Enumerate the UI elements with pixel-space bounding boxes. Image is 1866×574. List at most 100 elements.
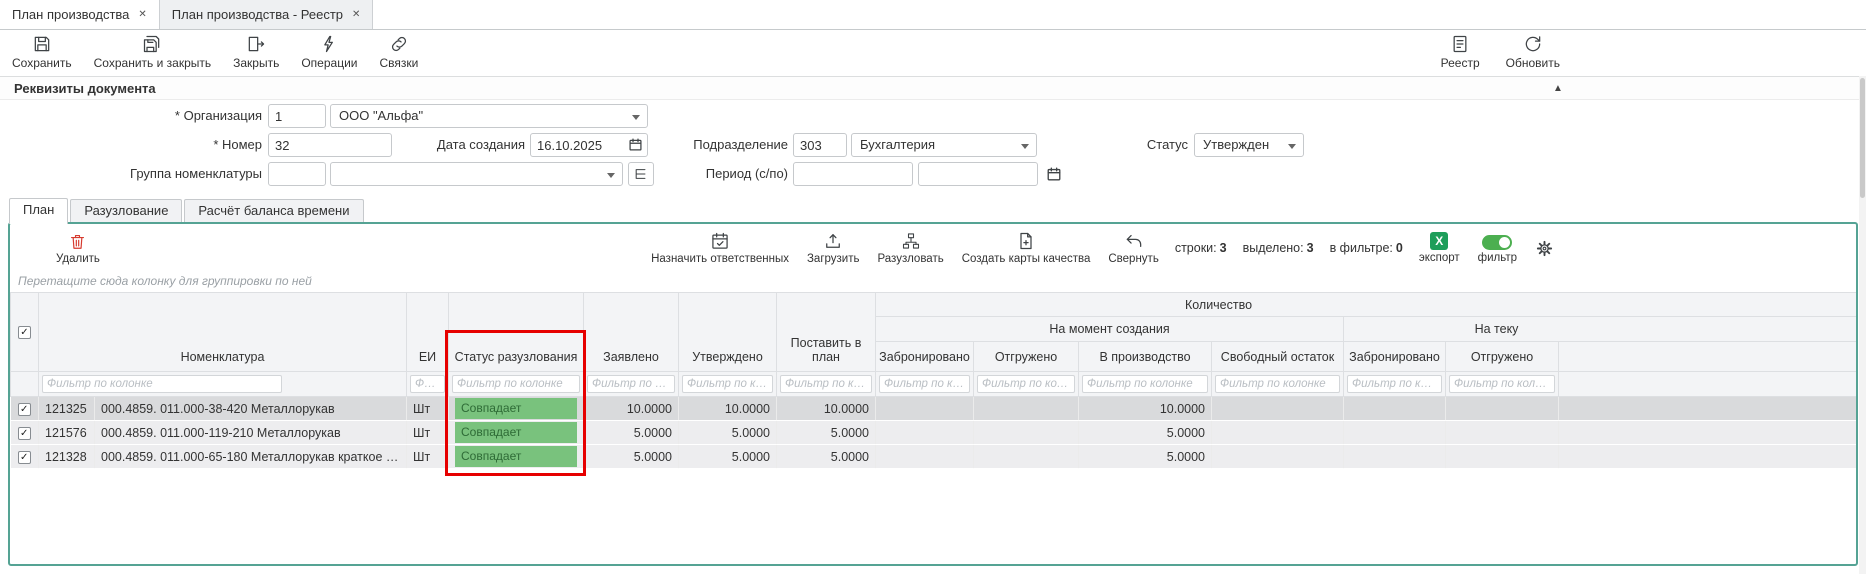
department-code-field[interactable] bbox=[793, 133, 847, 157]
organization-code-field[interactable] bbox=[268, 104, 326, 128]
close-icon[interactable]: ✕ bbox=[138, 9, 146, 20]
delete-button[interactable]: Удалить bbox=[56, 232, 100, 265]
links-button[interactable]: Связки bbox=[379, 34, 418, 76]
cell-free-balance bbox=[1212, 445, 1344, 469]
create-quality-cards-label: Создать карты качества bbox=[962, 253, 1091, 265]
selected-counter: выделено:3 bbox=[1243, 241, 1314, 255]
cell-approved: 5.0000 bbox=[679, 445, 777, 469]
period-from-field[interactable] bbox=[793, 162, 913, 186]
tab-plan[interactable]: План bbox=[9, 198, 68, 224]
calendar-icon[interactable] bbox=[1046, 166, 1062, 182]
filter-input-reserved-1[interactable] bbox=[879, 375, 970, 393]
save-label: Сохранить bbox=[12, 56, 72, 70]
group-by-drop-zone[interactable]: Перетащите сюда колонку для группировки … bbox=[10, 270, 1856, 292]
registry-button[interactable]: Реестр bbox=[1441, 34, 1480, 70]
column-header-nomenclature[interactable]: Номенклатура bbox=[39, 293, 407, 372]
cell-unit: Шт bbox=[407, 397, 449, 421]
row-checkbox[interactable]: ✓ bbox=[18, 403, 31, 416]
filter-input-nomenclature[interactable] bbox=[42, 375, 282, 393]
cell-declared: 5.0000 bbox=[584, 445, 679, 469]
toolbar-right-group: Реестр Обновить bbox=[1415, 34, 1560, 70]
nomenclature-group-label: Группа номенклатуры bbox=[0, 162, 262, 186]
filter-cell-stub bbox=[1559, 372, 1857, 397]
column-header-in-production[interactable]: В производство bbox=[1079, 342, 1212, 372]
nomenclature-group-select[interactable] bbox=[330, 162, 623, 186]
table-row[interactable]: ✓ 121328 000.4859. 011.000-65-180 Металл… bbox=[11, 445, 1857, 469]
window-tab-registry[interactable]: План производства - Реестр ✕ bbox=[160, 0, 374, 29]
column-header-approved[interactable]: Утверждено bbox=[679, 293, 777, 372]
cell-id: 121325 bbox=[39, 397, 95, 421]
operations-button[interactable]: Операции bbox=[301, 34, 357, 76]
cell-stub bbox=[1559, 421, 1857, 445]
period-to-field[interactable] bbox=[918, 162, 1038, 186]
collapse-button[interactable]: Свернуть bbox=[1108, 231, 1158, 265]
row-checkbox[interactable]: ✓ bbox=[18, 451, 31, 464]
cell-approved: 10.0000 bbox=[679, 397, 777, 421]
filter-toggle[interactable]: фильтр bbox=[1478, 233, 1517, 264]
creation-date-label: Дата создания bbox=[380, 133, 525, 157]
band-header-current: На теку bbox=[1344, 317, 1857, 342]
cell-in-production: 10.0000 bbox=[1079, 397, 1212, 421]
filter-input-free-balance[interactable] bbox=[1215, 375, 1340, 393]
filter-cell-checkbox bbox=[11, 372, 39, 397]
organization-select[interactable]: ООО "Альфа" bbox=[330, 104, 648, 128]
export-button[interactable]: X экспорт bbox=[1419, 232, 1460, 264]
assign-responsible-label: Назначить ответственных bbox=[651, 253, 789, 265]
close-icon[interactable]: ✕ bbox=[352, 9, 360, 20]
close-label: Закрыть bbox=[233, 56, 279, 70]
filter-input-shipped-2[interactable] bbox=[1449, 375, 1555, 393]
collapse-section-icon[interactable]: ▲ bbox=[1548, 77, 1568, 100]
filter-input-declared[interactable] bbox=[587, 375, 675, 393]
vertical-scrollbar[interactable] bbox=[1859, 76, 1866, 574]
assign-responsible-button[interactable]: Назначить ответственных bbox=[651, 231, 789, 265]
create-quality-cards-button[interactable]: Создать карты качества bbox=[962, 231, 1091, 265]
refresh-button[interactable]: Обновить bbox=[1506, 34, 1560, 70]
close-button[interactable]: Закрыть bbox=[233, 34, 279, 76]
explode-button[interactable]: Разузловать bbox=[878, 231, 944, 265]
column-header-shipped-2[interactable]: Отгружено bbox=[1446, 342, 1559, 372]
filter-input-in-production[interactable] bbox=[1082, 375, 1208, 393]
lightning-icon bbox=[319, 34, 339, 54]
column-header-shipped-1[interactable]: Отгружено bbox=[974, 342, 1079, 372]
column-header-free-balance[interactable]: Свободный остаток bbox=[1212, 342, 1344, 372]
column-header-explosion-status[interactable]: Статус разузлования bbox=[449, 293, 584, 372]
filter-input-reserved-2[interactable] bbox=[1347, 375, 1442, 393]
column-header-put-in-plan[interactable]: Поставить в план bbox=[777, 293, 876, 372]
save-button[interactable]: Сохранить bbox=[12, 34, 72, 76]
tab-time-balance[interactable]: Расчёт баланса времени bbox=[184, 199, 363, 222]
column-header-declared[interactable]: Заявлено bbox=[584, 293, 679, 372]
table-row[interactable]: ✓ 121325 000.4859. 011.000-38-420 Металл… bbox=[11, 397, 1857, 421]
grid-settings-button[interactable] bbox=[1535, 239, 1554, 258]
filter-input-put-in-plan[interactable] bbox=[780, 375, 872, 393]
column-header-unit[interactable]: ЕИ bbox=[407, 293, 449, 372]
section-title: Реквизиты документа bbox=[14, 81, 156, 96]
cell-explosion-status: Совпадает bbox=[449, 421, 584, 445]
nomenclature-group-code-field[interactable] bbox=[268, 162, 326, 186]
cell-stub bbox=[1559, 445, 1857, 469]
select-all-checkbox[interactable]: ✓ bbox=[18, 326, 31, 339]
filter-input-explosion-status[interactable] bbox=[452, 375, 580, 393]
select-all-checkbox-cell: ✓ bbox=[11, 293, 39, 372]
department-select[interactable]: Бухгалтерия bbox=[851, 133, 1037, 157]
number-label: * Номер bbox=[0, 133, 262, 157]
registry-label: Реестр bbox=[1441, 56, 1480, 70]
save-icon bbox=[32, 34, 52, 54]
table-row[interactable]: ✓ 121576 000.4859. 011.000-119-210 Метал… bbox=[11, 421, 1857, 445]
filter-input-shipped-1[interactable] bbox=[977, 375, 1075, 393]
column-header-reserved-2[interactable]: Забронировано bbox=[1344, 342, 1446, 372]
cell-approved: 5.0000 bbox=[679, 421, 777, 445]
status-select[interactable]: Утвержден bbox=[1194, 133, 1304, 157]
cell-stub bbox=[1559, 397, 1857, 421]
filter-input-approved[interactable] bbox=[682, 375, 773, 393]
column-header-reserved-1[interactable]: Забронировано bbox=[876, 342, 974, 372]
registry-list-icon bbox=[1450, 34, 1470, 54]
scrollbar-thumb[interactable] bbox=[1860, 78, 1865, 198]
number-field[interactable] bbox=[268, 133, 392, 157]
window-tab-plan[interactable]: План производства ✕ bbox=[0, 0, 160, 29]
tab-explosion[interactable]: Разузлование bbox=[70, 199, 182, 222]
save-and-close-button[interactable]: Сохранить и закрыть bbox=[94, 34, 211, 76]
load-button[interactable]: Загрузить bbox=[807, 231, 860, 265]
filter-input-unit[interactable] bbox=[410, 375, 445, 393]
cell-put-in-plan: 5.0000 bbox=[777, 445, 876, 469]
row-checkbox[interactable]: ✓ bbox=[18, 427, 31, 440]
